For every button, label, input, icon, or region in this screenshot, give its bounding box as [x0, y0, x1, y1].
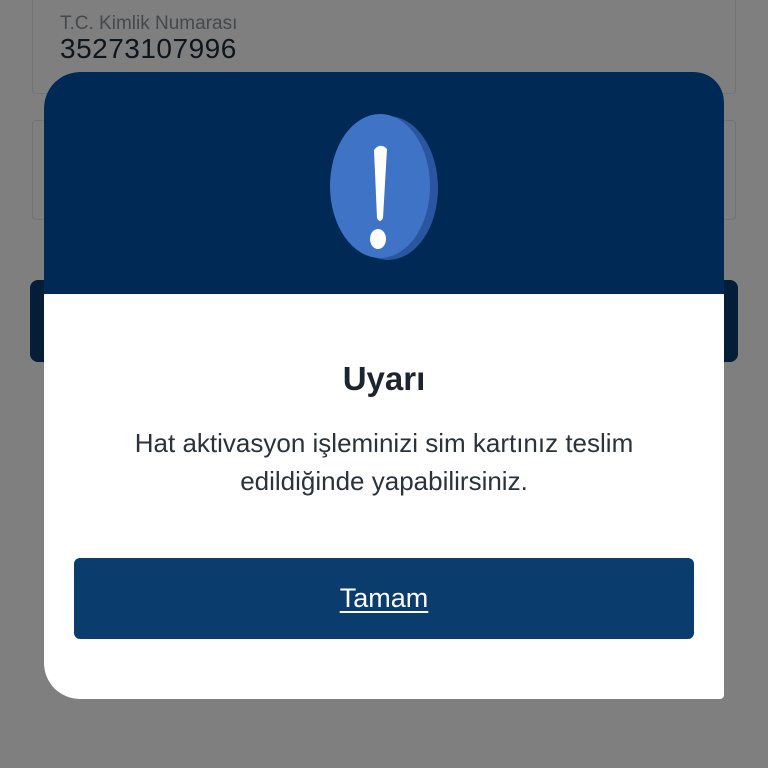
dialog-title: Uyarı [342, 360, 426, 397]
exclamation-icon [330, 114, 438, 260]
dialog-header [44, 72, 724, 294]
ok-button[interactable]: Tamam [74, 558, 694, 639]
alert-dialog: Uyarı Hat aktivasyon işleminizi sim kart… [44, 72, 724, 699]
dialog-message: Hat aktivasyon işleminizi sim kartınız t… [134, 428, 634, 496]
